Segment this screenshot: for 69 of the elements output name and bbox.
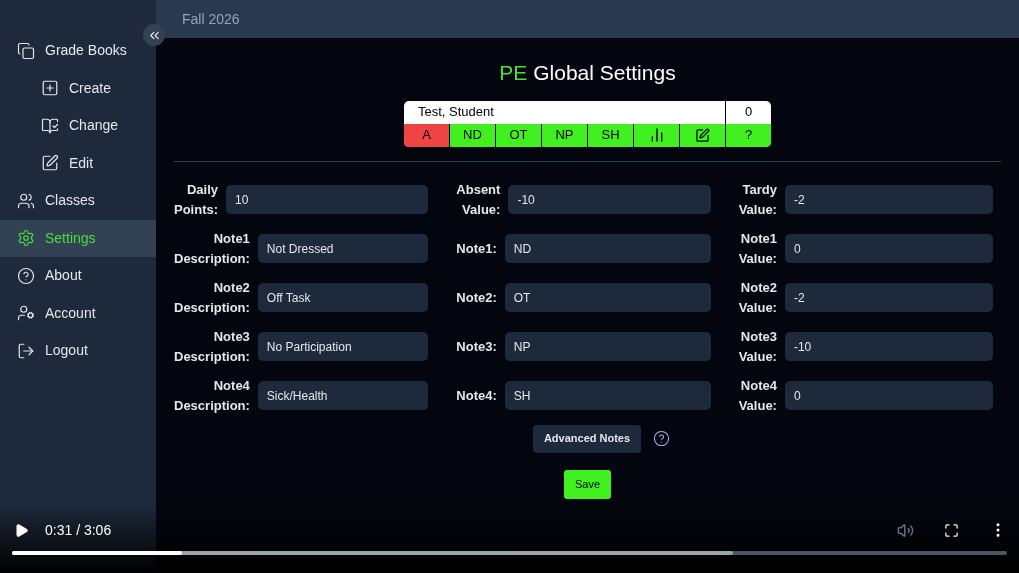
field-label: Note1 Value: bbox=[738, 229, 777, 268]
input-field[interactable]: NP bbox=[504, 332, 711, 361]
sidebar-item[interactable]: Change bbox=[0, 107, 156, 145]
input-field[interactable]: OT bbox=[504, 283, 711, 312]
mark-button[interactable]: ND bbox=[449, 123, 495, 147]
field-label: Note3 Value: bbox=[738, 327, 777, 366]
field-label: Note1: bbox=[456, 239, 497, 258]
field-label: Note1 Description: bbox=[174, 229, 250, 268]
sidebar-item[interactable]: About bbox=[0, 257, 156, 295]
field-label: Note3 Description: bbox=[174, 327, 250, 366]
progress-track[interactable] bbox=[12, 551, 1007, 555]
input-field[interactable]: -10 bbox=[508, 185, 711, 214]
field-label: Note3: bbox=[456, 337, 497, 356]
advanced-notes-button[interactable]: Advanced Notes bbox=[532, 424, 642, 453]
pen-square-icon bbox=[695, 127, 710, 143]
field-label: Tardy Value: bbox=[738, 180, 777, 219]
settings-icon bbox=[17, 229, 35, 248]
input-field[interactable]: -2 bbox=[784, 185, 993, 214]
field-label: Note2 Description: bbox=[174, 278, 250, 317]
sidebar-item[interactable]: Settings bbox=[0, 219, 156, 257]
mark-button[interactable]: NP bbox=[541, 123, 587, 147]
input-field[interactable]: ND bbox=[504, 234, 711, 263]
edit-button[interactable] bbox=[679, 123, 725, 147]
fullscreen-icon[interactable] bbox=[944, 522, 959, 538]
input-field[interactable]: -2 bbox=[784, 283, 993, 312]
sidebar-item[interactable]: Classes bbox=[0, 182, 156, 220]
pen-square-icon bbox=[41, 154, 59, 173]
help-icon[interactable] bbox=[653, 430, 671, 447]
page-title: PE Global Settings bbox=[499, 60, 676, 86]
input-field[interactable]: Off Task bbox=[257, 283, 429, 312]
plus-square-icon bbox=[41, 79, 59, 98]
logout-icon bbox=[17, 341, 35, 360]
field-label: Note4 Description: bbox=[174, 376, 250, 415]
field-label: Note4: bbox=[456, 386, 497, 405]
video-time: 0:31 / 3:06 bbox=[45, 520, 112, 540]
sidebar-item[interactable]: Create bbox=[0, 69, 156, 107]
student-name: Test, Student bbox=[404, 100, 726, 124]
sidebar-item[interactable]: Grade Books bbox=[0, 32, 156, 70]
input-field[interactable]: -10 bbox=[784, 332, 993, 361]
sidebar-item[interactable]: Edit bbox=[0, 144, 156, 182]
users-icon bbox=[17, 191, 35, 210]
mark-button[interactable]: ? bbox=[725, 123, 771, 147]
sidebar-item[interactable]: Logout bbox=[0, 332, 156, 370]
chart-button[interactable] bbox=[633, 123, 679, 147]
input-field[interactable]: SH bbox=[504, 381, 711, 410]
play-icon[interactable] bbox=[14, 522, 29, 538]
mark-button[interactable]: SH bbox=[587, 123, 633, 147]
book-check-icon bbox=[41, 116, 59, 135]
student-score: 0 bbox=[743, 103, 754, 122]
term-label: Fall 2026 bbox=[182, 9, 240, 29]
field-label: Absent Value: bbox=[456, 180, 501, 219]
user-icon bbox=[17, 304, 35, 323]
field-label: Note4 Value: bbox=[738, 376, 777, 415]
volume-icon[interactable] bbox=[897, 521, 914, 539]
field-label: Note2: bbox=[456, 288, 497, 307]
input-field[interactable]: No Participation bbox=[257, 332, 429, 361]
save-button[interactable]: Save bbox=[563, 469, 612, 499]
input-field[interactable]: Sick/Health bbox=[257, 381, 429, 410]
field-label: Note2 Value: bbox=[738, 278, 777, 317]
help-icon bbox=[17, 266, 35, 285]
input-field[interactable]: 0 bbox=[784, 234, 993, 263]
sidebar-item[interactable]: Account bbox=[0, 294, 156, 332]
mark-button[interactable]: OT bbox=[495, 123, 541, 147]
field-label: Daily Points: bbox=[174, 180, 219, 219]
mark-button[interactable]: A bbox=[404, 123, 449, 147]
input-field[interactable]: 0 bbox=[784, 381, 993, 410]
input-field[interactable]: 10 bbox=[226, 185, 429, 214]
books-icon bbox=[17, 41, 35, 60]
input-field[interactable]: Not Dressed bbox=[257, 234, 429, 263]
